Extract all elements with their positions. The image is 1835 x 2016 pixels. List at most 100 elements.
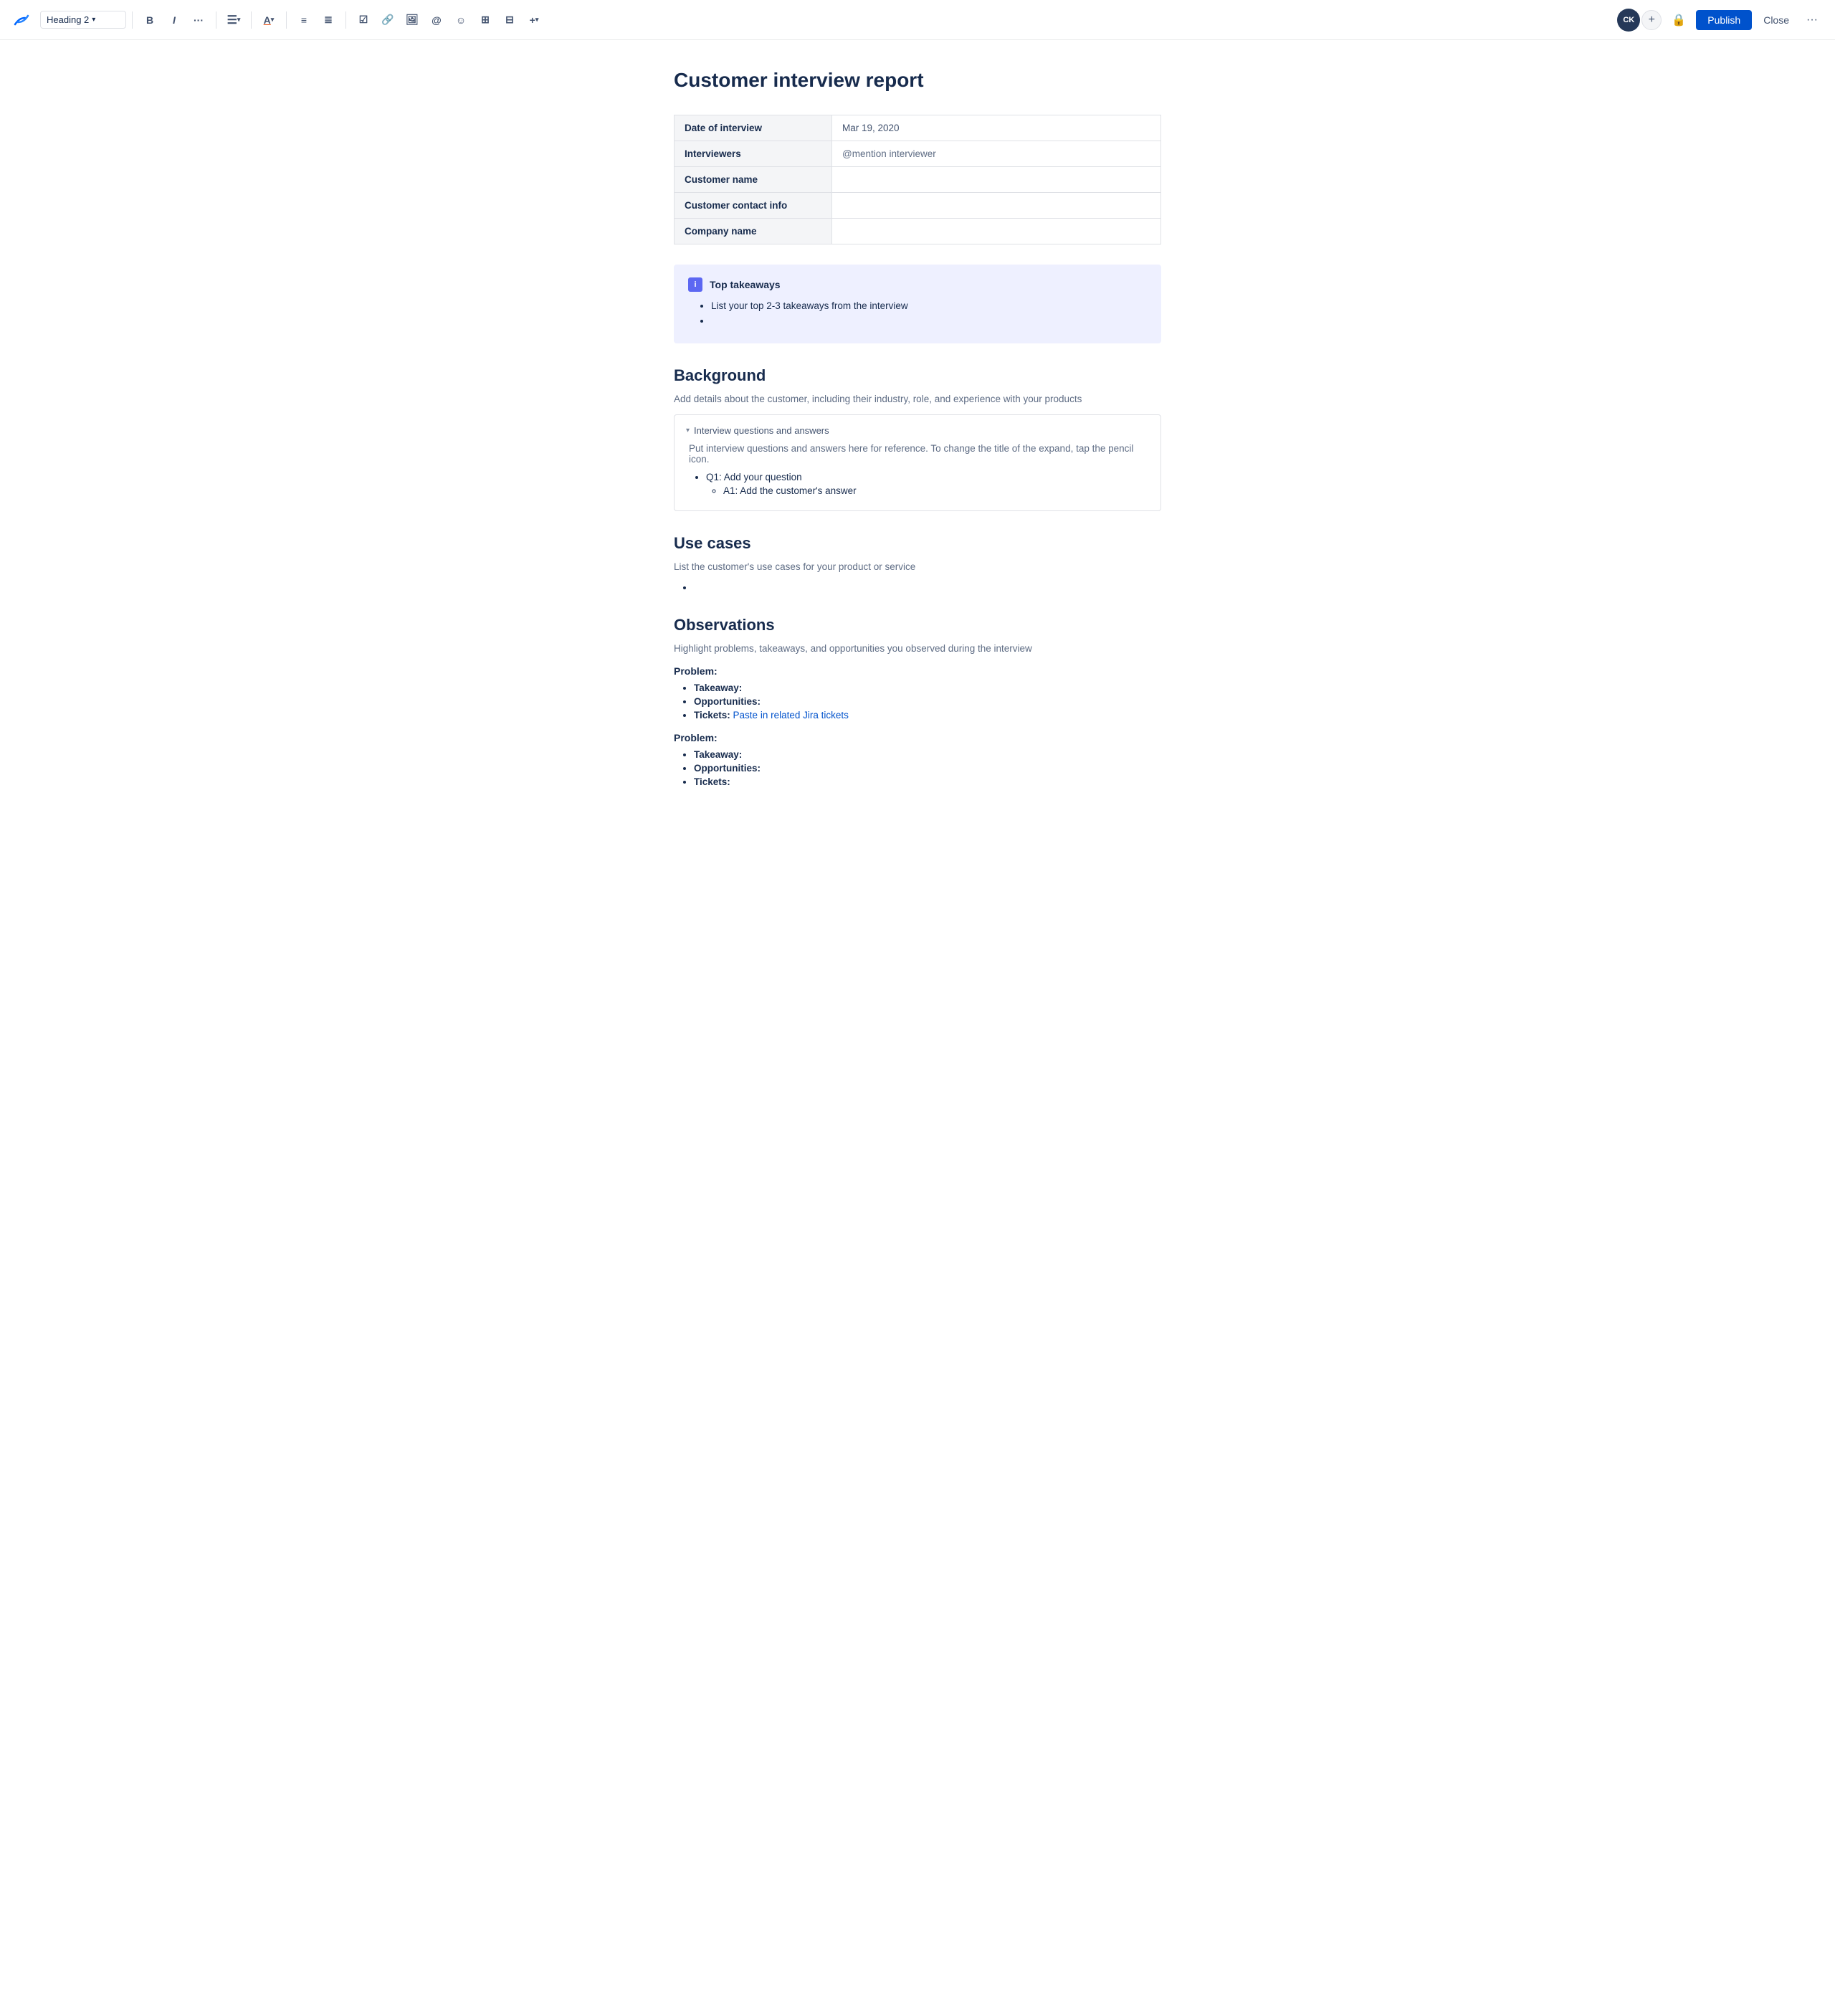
observations-heading: Observations	[674, 616, 1161, 634]
opportunities-2-label: Opportunities:	[694, 763, 761, 774]
tickets-2-label: Tickets:	[694, 776, 730, 787]
align-icon: ☰	[227, 13, 237, 27]
problem-block-1: Problem: Takeaway: Opportunities: Ticket…	[674, 665, 1161, 721]
unordered-list-button[interactable]: ≡	[292, 9, 315, 32]
callout-icon-label: i	[694, 280, 696, 289]
heading-select[interactable]: Heading 2 ▾	[40, 11, 126, 29]
company-name-value[interactable]	[832, 219, 1161, 244]
problem-2-list: Takeaway: Opportunities: Tickets:	[694, 749, 1161, 787]
observations-description: Highlight problems, takeaways, and oppor…	[674, 643, 1161, 654]
customer-name-value[interactable]	[832, 167, 1161, 193]
more-insert-chevron: ▾	[535, 16, 539, 24]
mention-icon: @	[432, 14, 442, 26]
confluence-logo[interactable]	[11, 10, 32, 30]
heading-select-chevron: ▾	[92, 16, 95, 24]
customer-name-label: Customer name	[675, 167, 832, 193]
tickets-1-label: Tickets:	[694, 710, 730, 721]
plus-icon: +	[530, 14, 535, 26]
more-text-button[interactable]: ···	[187, 9, 210, 32]
tickets-1-value[interactable]: Paste in related Jira tickets	[733, 710, 849, 721]
opportunities-1-label: Opportunities:	[694, 696, 761, 707]
list-item[interactable]	[711, 315, 1147, 326]
company-name-label: Company name	[675, 219, 832, 244]
ordered-list-icon: ≣	[324, 14, 333, 26]
use-cases-section: Use cases List the customer's use cases …	[674, 534, 1161, 593]
layout-button[interactable]: ⊟	[498, 9, 521, 32]
list-item[interactable]: List your top 2-3 takeaways from the int…	[711, 300, 1147, 311]
expand-toggle[interactable]: ▾ Interview questions and answers	[686, 425, 1149, 436]
problem-1-label: Problem:	[674, 665, 1161, 677]
background-section: Background Add details about the custome…	[674, 366, 1161, 511]
interviewers-value[interactable]: @mention interviewer	[832, 141, 1161, 167]
list-item[interactable]: Opportunities:	[694, 696, 1161, 707]
table-row: Customer name	[675, 167, 1161, 193]
italic-button[interactable]: I	[163, 9, 186, 32]
more-insert-button[interactable]: + ▾	[523, 9, 545, 32]
use-cases-heading: Use cases	[674, 534, 1161, 553]
expand-title: Interview questions and answers	[694, 425, 829, 436]
close-button[interactable]: Close	[1758, 10, 1795, 30]
problem-1-list: Takeaway: Opportunities: Tickets: Paste …	[694, 683, 1161, 721]
text-format-group: B I ···	[138, 9, 210, 32]
image-button[interactable]: 🖼	[401, 9, 424, 32]
callout-title: Top takeaways	[710, 279, 781, 290]
observations-section: Observations Highlight problems, takeawa…	[674, 616, 1161, 787]
callout-header: i Top takeaways	[688, 277, 1147, 292]
expand-questions-list: Q1: Add your question A1: Add the custom…	[706, 472, 1149, 496]
align-button[interactable]: ☰ ▾	[222, 9, 245, 32]
emoji-button[interactable]: ☺	[449, 9, 472, 32]
expand-chevron-icon: ▾	[686, 427, 690, 434]
more-options-button[interactable]: ···	[1801, 9, 1824, 32]
toolbar: Heading 2 ▾ B I ··· ☰ ▾ A ▾ ≡ ≣ ☑	[0, 0, 1835, 40]
bold-button[interactable]: B	[138, 9, 161, 32]
unordered-list-icon: ≡	[301, 14, 307, 26]
use-cases-description: List the customer's use cases for your p…	[674, 561, 1161, 572]
callout-icon: i	[688, 277, 702, 292]
list-item[interactable]: Opportunities:	[694, 763, 1161, 774]
takeaway-1-label: Takeaway:	[694, 683, 742, 693]
info-table: Date of interview Mar 19, 2020 Interview…	[674, 115, 1161, 244]
list-group: ≡ ≣	[292, 9, 340, 32]
takeaway-2-label: Takeaway:	[694, 749, 742, 760]
publish-button[interactable]: Publish	[1696, 10, 1752, 30]
list-item[interactable]	[694, 582, 1161, 593]
callout-item-1: List your top 2-3 takeaways from the int…	[711, 300, 908, 311]
toolbar-divider-3	[251, 11, 252, 29]
table-icon: ⊞	[481, 14, 490, 26]
user-avatar[interactable]: CK	[1617, 9, 1640, 32]
toolbar-divider-1	[132, 11, 133, 29]
insert-group: ☑ 🔗 🖼 @ ☺ ⊞ ⊟ + ▾	[352, 9, 545, 32]
text-color-button[interactable]: A ▾	[257, 9, 280, 32]
list-item[interactable]: Q1: Add your question A1: Add the custom…	[706, 472, 1149, 496]
mention-button[interactable]: @	[425, 9, 448, 32]
callout-list: List your top 2-3 takeaways from the int…	[711, 300, 1147, 326]
emoji-icon: ☺	[456, 14, 466, 26]
problem-2-label: Problem:	[674, 732, 1161, 743]
lock-icon: 🔒	[1672, 13, 1686, 27]
list-item[interactable]: Takeaway:	[694, 749, 1161, 760]
toolbar-right: CK + 🔒 Publish Close ···	[1617, 9, 1824, 32]
lock-button[interactable]: 🔒	[1667, 9, 1690, 32]
add-collaborator-button[interactable]: +	[1641, 10, 1662, 30]
problem-block-2: Problem: Takeaway: Opportunities: Ticket…	[674, 732, 1161, 787]
use-cases-list	[694, 582, 1161, 593]
date-of-interview-value[interactable]: Mar 19, 2020	[832, 115, 1161, 141]
toolbar-divider-4	[286, 11, 287, 29]
table-button[interactable]: ⊞	[474, 9, 497, 32]
link-button[interactable]: 🔗	[376, 9, 399, 32]
list-item[interactable]: Takeaway:	[694, 683, 1161, 693]
customer-contact-value[interactable]	[832, 193, 1161, 219]
avatar-initials: CK	[1623, 16, 1634, 24]
more-options-icon: ···	[1806, 14, 1818, 27]
list-item[interactable]: Tickets:	[694, 776, 1161, 787]
list-item[interactable]: A1: Add the customer's answer	[723, 485, 1149, 496]
page-title[interactable]: Customer interview report	[674, 69, 1161, 92]
list-item[interactable]: Tickets: Paste in related Jira tickets	[694, 710, 1161, 721]
ordered-list-button[interactable]: ≣	[317, 9, 340, 32]
task-list-button[interactable]: ☑	[352, 9, 375, 32]
content-area: Customer interview report Date of interv…	[631, 40, 1204, 867]
heading-select-label: Heading 2	[47, 14, 89, 25]
customer-contact-label: Customer contact info	[675, 193, 832, 219]
plus-icon: +	[1649, 14, 1655, 27]
callout-item-2	[711, 315, 714, 326]
